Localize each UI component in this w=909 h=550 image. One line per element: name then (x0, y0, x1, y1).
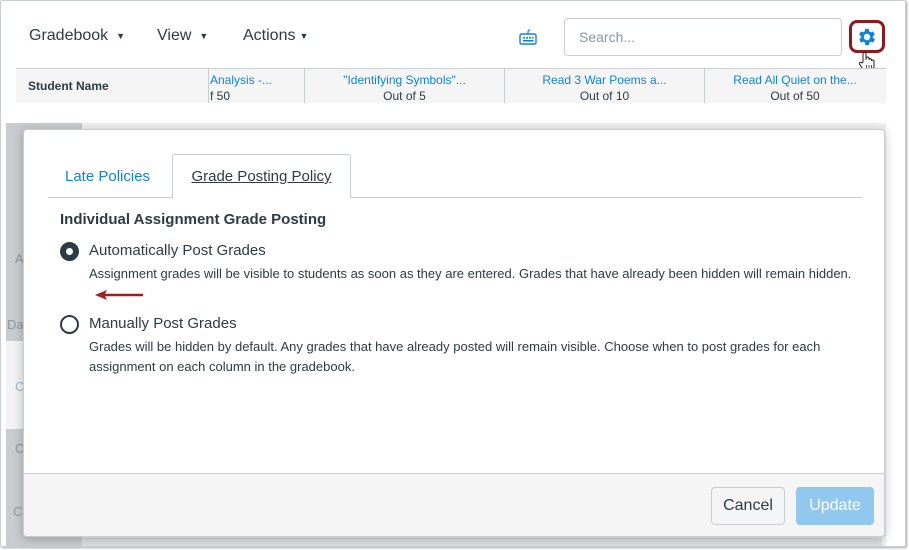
view-menu[interactable]: View ▼ (157, 27, 208, 45)
view-menu-label: View (157, 27, 192, 44)
assignment-column-header[interactable]: Read 3 War Poems a... Out of 10 (505, 69, 705, 103)
gradebook-grid-header: Student Name Analysis -... f 50 "Identif… (16, 68, 886, 103)
section-title: Individual Assignment Grade Posting (60, 211, 327, 228)
manual-post-radio[interactable] (60, 315, 79, 334)
automatic-post-description: Assignment grades will be visible to stu… (89, 264, 859, 304)
assignment-name[interactable]: Read All Quiet on the... (705, 72, 885, 88)
actions-menu[interactable]: Actions ▼ (243, 27, 308, 45)
background-grid-row (82, 538, 882, 546)
tab-grade-posting-policy-label: Grade Posting Policy (191, 168, 332, 185)
gradebook-menu-label: Gradebook (29, 27, 109, 44)
assignment-column-header[interactable]: "Identifying Symbols"... Out of 5 (305, 69, 505, 103)
background-text: Da (7, 317, 24, 332)
background-text: C (13, 504, 23, 519)
assignment-name[interactable]: "Identifying Symbols"... (305, 72, 504, 88)
assignment-name[interactable]: Read 3 War Poems a... (505, 72, 704, 88)
assignment-points: Out of 50 (770, 89, 820, 103)
assignment-points: Out of 5 (383, 89, 426, 103)
actions-menu-label: Actions (243, 27, 296, 44)
assignment-name[interactable]: Analysis -... (210, 72, 304, 88)
caret-down-icon: ▼ (116, 31, 126, 41)
tab-late-policies[interactable]: Late Policies (65, 154, 150, 198)
gradebook-menu[interactable]: Gradebook ▼ (29, 27, 125, 45)
assignment-column-header[interactable]: Analysis -... f 50 (209, 69, 305, 103)
gradebook-toolbar: Gradebook ▼ View ▼ Actions ▼ (1, 1, 905, 72)
manual-post-description: Grades will be hidden by default. Any gr… (89, 339, 821, 374)
student-name-header[interactable]: Student Name (16, 69, 209, 103)
automatic-post-label[interactable]: Automatically Post Grades (89, 242, 266, 259)
manual-post-label[interactable]: Manually Post Grades (89, 315, 237, 332)
settings-button[interactable] (849, 20, 885, 53)
search-input[interactable] (564, 18, 842, 56)
tab-grade-posting-policy[interactable]: Grade Posting Policy (172, 154, 351, 199)
modal-footer: Cancel Update (24, 473, 884, 536)
automatic-post-radio[interactable] (60, 242, 79, 261)
gear-icon (859, 28, 875, 45)
automatic-post-description-text: Assignment grades will be visible to stu… (89, 266, 852, 281)
cancel-button[interactable]: Cancel (711, 487, 785, 525)
app-window: Gradebook ▼ View ▼ Actions ▼ Search... S… (0, 0, 906, 547)
caret-down-icon: ▼ (199, 31, 209, 41)
caret-down-icon: ▼ (299, 31, 309, 41)
assignment-column-header[interactable]: Read All Quiet on the... Out of 50 (705, 69, 885, 103)
gradebook-settings-modal: Late Policies Grade Posting Policy Indiv… (23, 129, 885, 537)
settings-tabs: Late Policies Grade Posting Policy (48, 154, 862, 199)
update-button[interactable]: Update (796, 487, 874, 525)
assignment-points: f 50 (210, 89, 231, 103)
assignment-points: Out of 10 (579, 89, 630, 103)
keyboard-icon[interactable] (519, 29, 537, 45)
arrow-left-icon (95, 289, 143, 300)
